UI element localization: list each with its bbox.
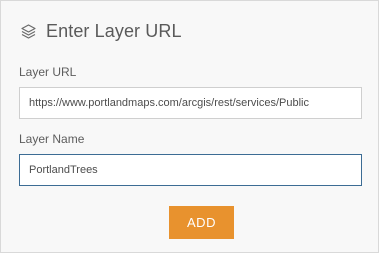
add-layer-panel: Enter Layer URL Layer URL Layer Name ADD bbox=[0, 0, 379, 253]
add-button[interactable]: ADD bbox=[169, 206, 234, 239]
panel-title: Enter Layer URL bbox=[46, 20, 182, 41]
layer-url-label: Layer URL bbox=[19, 65, 77, 79]
layer-name-input[interactable] bbox=[19, 154, 362, 186]
panel-header: Enter Layer URL bbox=[20, 20, 182, 42]
layer-url-input[interactable] bbox=[19, 87, 362, 119]
layers-icon bbox=[20, 23, 37, 40]
layer-name-label: Layer Name bbox=[19, 132, 85, 146]
